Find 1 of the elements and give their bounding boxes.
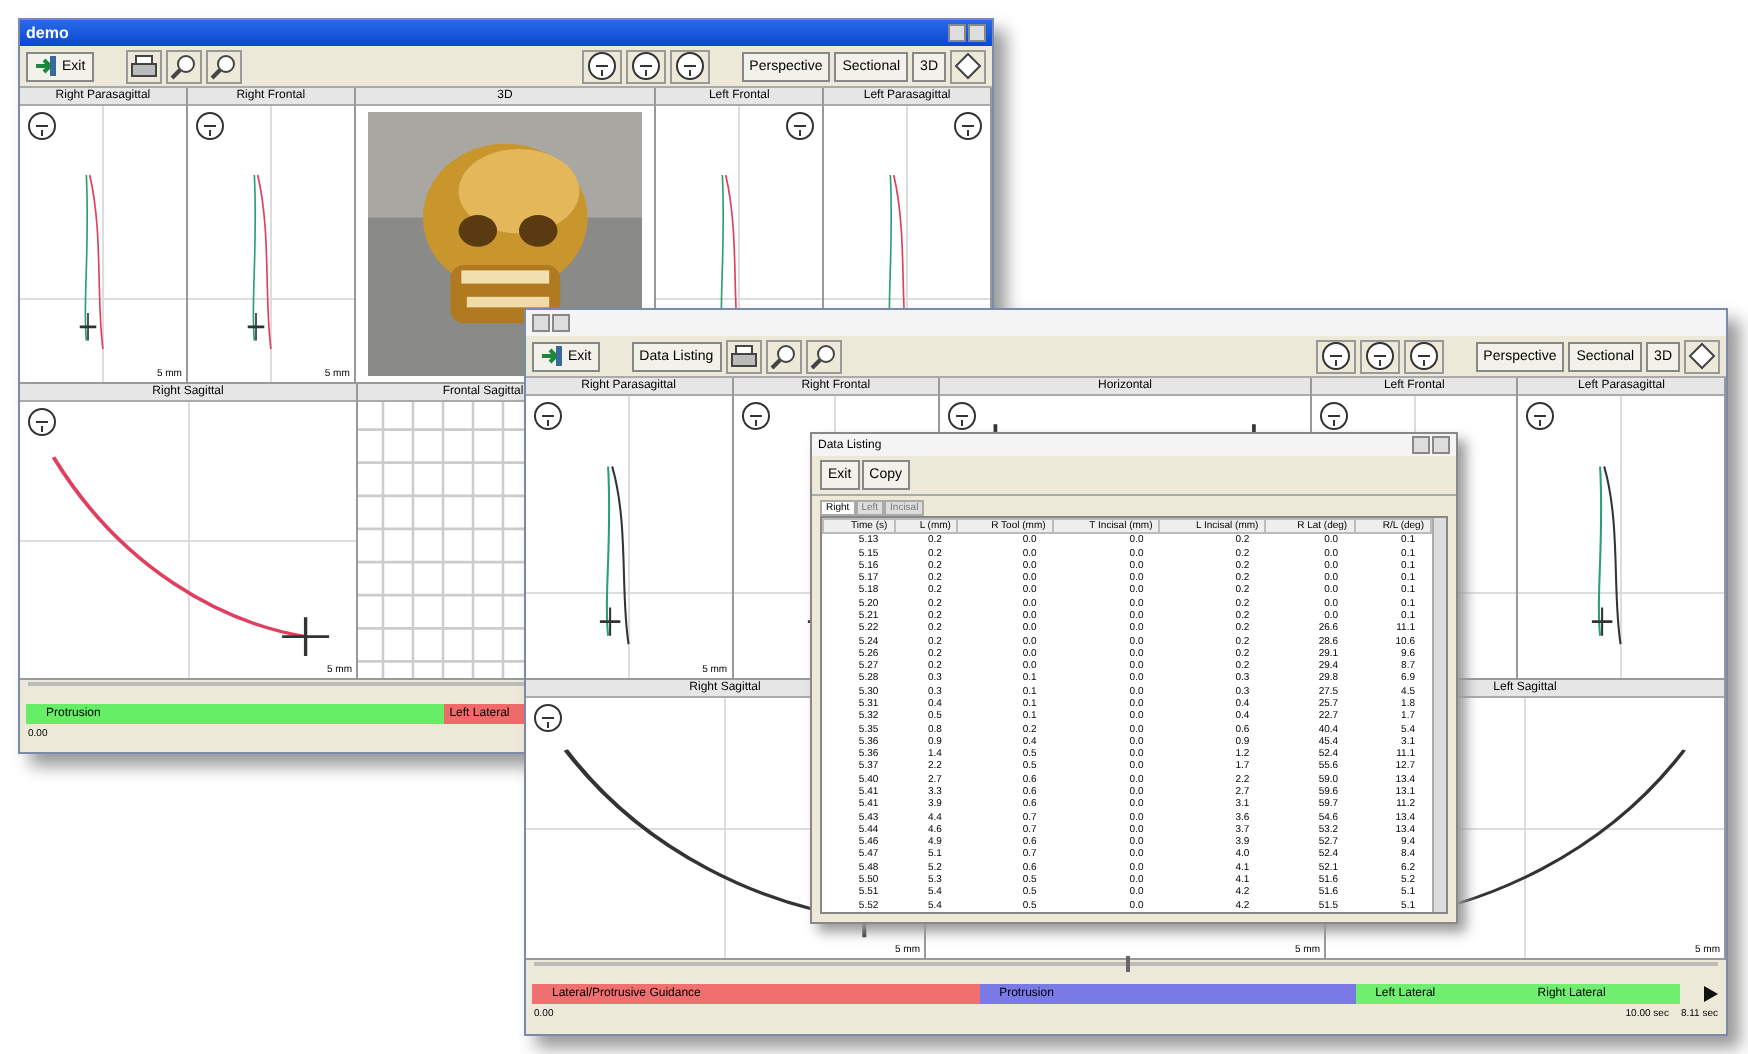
window-title: demo <box>26 24 69 42</box>
